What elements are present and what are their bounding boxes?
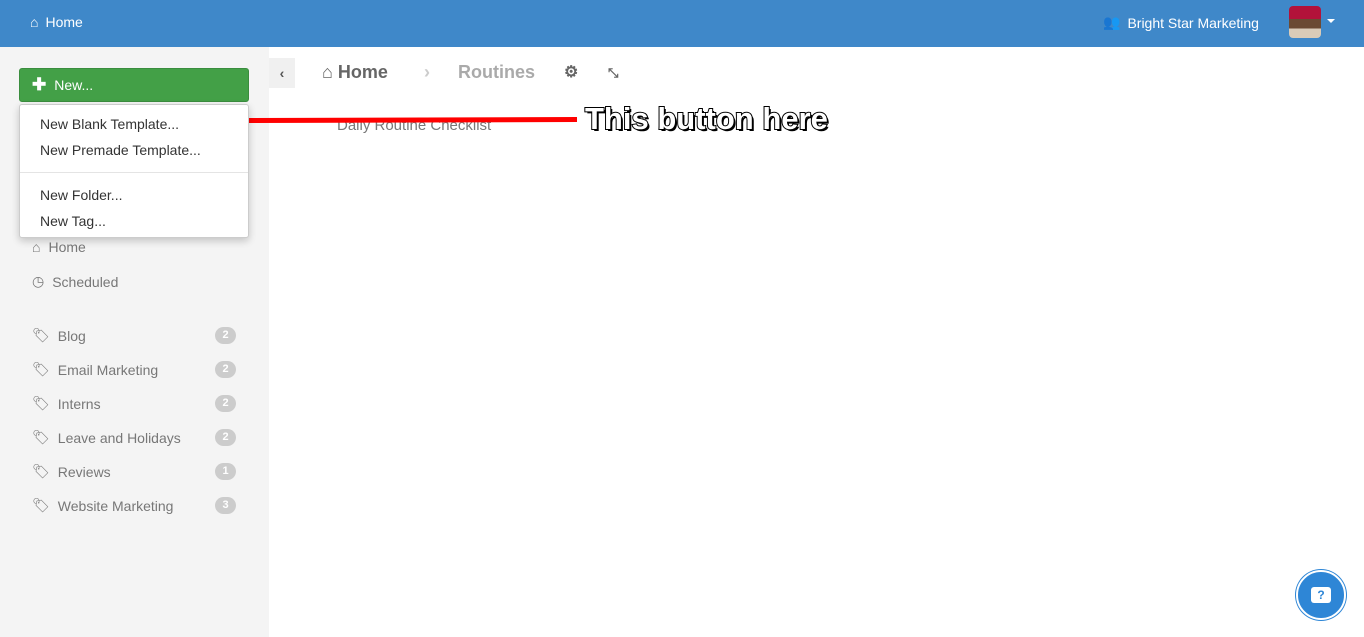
plus-icon: ✚	[32, 75, 47, 94]
sidebar-tag-interns[interactable]: 🏷 Interns	[32, 395, 101, 412]
help-button[interactable]: ?	[1296, 570, 1346, 620]
breadcrumb-home[interactable]: ⌂ Home	[322, 62, 388, 83]
home-icon: ⌂	[322, 62, 333, 82]
compress-icon[interactable]: ⤡	[608, 65, 618, 81]
users-icon: 👥	[1103, 14, 1121, 30]
clock-icon: ◷	[32, 273, 45, 289]
tag-icon: 🏷	[32, 361, 50, 377]
home-icon: ⌂	[30, 14, 39, 30]
caret-down-icon[interactable]	[1327, 19, 1335, 23]
tag-count-badge: 2	[215, 429, 236, 446]
top-home-link[interactable]: ⌂ Home	[30, 14, 83, 30]
menu-item-new-folder[interactable]: New Folder...	[40, 187, 122, 203]
sidebar-item-scheduled[interactable]: ◷ Scheduled	[32, 273, 118, 290]
tag-icon: 🏷	[32, 395, 50, 411]
chevron-left-icon: ‹	[279, 65, 285, 81]
annotation-text: This button here	[584, 100, 829, 137]
tag-count-badge: 2	[215, 361, 236, 378]
home-icon: ⌂	[32, 239, 41, 255]
gear-icon[interactable]: ⚙	[564, 62, 578, 82]
tag-icon: 🏷	[32, 463, 50, 479]
collapse-sidebar-button[interactable]: ‹	[269, 58, 295, 88]
tag-count-badge: 1	[215, 463, 236, 480]
menu-item-new-tag[interactable]: New Tag...	[40, 213, 106, 229]
sidebar-tag-email-marketing[interactable]: 🏷 Email Marketing	[32, 361, 158, 378]
top-bar: ⌂ Home 👥 Bright Star Marketing	[0, 0, 1364, 47]
sidebar: ✚ New... New Blank Template... New Premad…	[0, 47, 269, 637]
sidebar-tag-leave-and-holidays[interactable]: 🏷 Leave and Holidays	[32, 429, 181, 446]
avatar[interactable]	[1289, 6, 1321, 38]
tag-count-badge: 2	[215, 327, 236, 344]
organization-link[interactable]: 👥 Bright Star Marketing	[1103, 14, 1259, 31]
tag-count-badge: 2	[215, 395, 236, 412]
sidebar-item-home[interactable]: ⌂ Home	[32, 239, 86, 255]
menu-divider	[20, 172, 248, 173]
sidebar-tag-blog[interactable]: 🏷 Blog	[32, 327, 86, 344]
sidebar-tag-website-marketing[interactable]: 🏷 Website Marketing	[32, 497, 173, 514]
menu-item-new-premade-template[interactable]: New Premade Template...	[40, 142, 201, 158]
new-dropdown-menu: New Blank Template... New Premade Templa…	[19, 104, 249, 238]
tag-icon: 🏷	[32, 497, 50, 513]
tag-icon: 🏷	[32, 429, 50, 445]
annotation-arrow	[213, 109, 577, 132]
help-chat-icon: ?	[1311, 587, 1331, 603]
chevron-right-icon: ›	[424, 62, 430, 82]
new-button[interactable]: ✚ New...	[19, 68, 249, 102]
menu-item-new-blank-template[interactable]: New Blank Template...	[40, 116, 179, 132]
sidebar-tag-reviews[interactable]: 🏷 Reviews	[32, 463, 111, 480]
tag-count-badge: 3	[215, 497, 236, 514]
breadcrumb-current: Routines	[458, 62, 536, 82]
tag-icon: 🏷	[32, 327, 50, 343]
